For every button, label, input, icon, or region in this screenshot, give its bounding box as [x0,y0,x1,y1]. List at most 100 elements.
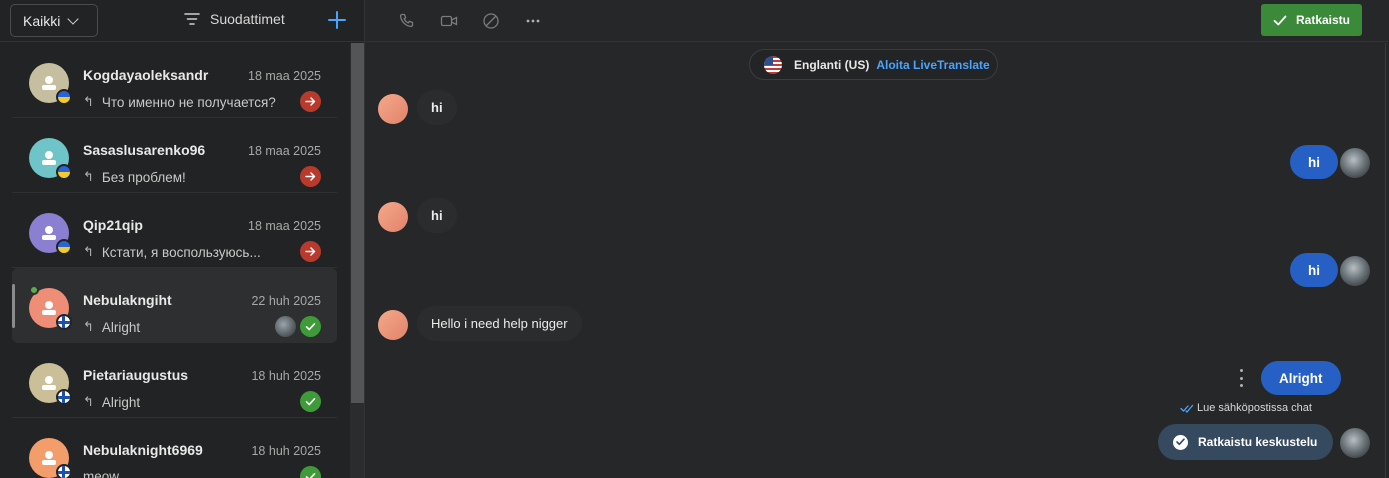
plus-icon[interactable] [326,9,348,31]
conversation-message: Что именно не получается? [101,94,276,110]
conversation-date: 18 huh 2025 [251,369,321,383]
resolved-event: Ratkaistu keskustelu [1158,424,1333,460]
conversation-name: Pietariaugustus [83,367,189,383]
check-icon [300,316,321,337]
user-icon [42,451,56,465]
message-bubble-incoming: hi [417,198,457,233]
conversation-preview: ↰ Кстати, я воспользуюсь... [83,244,261,260]
filter-select[interactable]: Kaikki [10,4,98,37]
conversation-name: Kogdayaoleksandr [83,67,209,83]
resolve-button[interactable]: Ratkaistu [1261,4,1362,36]
message-bubble-outgoing: hi [1290,253,1338,287]
conversation-preview: ↰ Что именно не получается? [83,94,276,110]
conversation-preview: ↰ Alright [83,319,140,335]
check-icon [300,391,321,412]
reply-icon: ↰ [83,169,94,184]
block-icon[interactable] [482,12,500,30]
arrow-right-icon [300,91,321,112]
agent-avatar [275,316,296,337]
conversation-preview: meow [83,469,119,478]
conversation-item[interactable]: Qip21qip 18 maa 2025 ↰ Кстати, я воспольз… [12,193,337,268]
phone-icon[interactable] [398,12,416,30]
language-name: Englanti (US) [794,57,870,72]
message-bubble-incoming: hi [417,90,457,125]
message-bubble-outgoing: Alright [1261,361,1341,395]
user-icon [42,376,56,390]
reply-icon: ↰ [83,394,94,409]
arrow-right-icon [300,241,321,262]
conversation-item[interactable]: Sasaslusarenko96 18 maa 2025 ↰ Без пробле… [12,118,337,193]
user-icon [42,151,56,165]
customer-avatar [378,94,408,124]
list-scrollbar[interactable] [350,43,364,478]
finland-flag-icon [56,314,72,330]
conversation-message: Alright [101,319,141,335]
conversation-preview: ↰ Alright [83,394,140,410]
filters-label: Suodattimet [210,11,285,27]
check-circle-icon [1173,434,1188,450]
customer-avatar [378,310,408,340]
conversation-message: Кстати, я воспользуюсь... [101,244,261,260]
conversation-date: 18 maa 2025 [248,144,321,158]
ukraine-flag-icon [56,89,72,105]
message-bubble-incoming: Hello i need help nigger [417,306,582,341]
user-icon [42,301,56,315]
check-icon [1273,15,1287,25]
video-icon[interactable] [440,12,458,30]
double-check-icon [1180,404,1194,413]
conversation-name: Sasaslusarenko96 [83,142,206,158]
conversation-preview: ↰ Без проблем! [83,169,186,185]
reply-icon: ↰ [83,319,94,334]
customer-avatar [378,202,408,232]
app: Kaikki Suodattimet Kogdayaoleksandr 18 m… [0,0,1389,478]
conversation-list-panel: Kaikki Suodattimet Kogdayaoleksandr 18 m… [0,0,365,478]
conversation-item[interactable]: Pietariaugustus 18 huh 2025 ↰ Alright [12,343,337,418]
user-icon [42,226,56,240]
conversation-date: 18 maa 2025 [248,219,321,233]
finland-flag-icon [56,464,72,478]
reply-icon: ↰ [83,244,94,259]
ukraine-flag-icon [56,239,72,255]
filter-icon [184,13,200,25]
conversation-message: Без проблем! [101,169,186,185]
arrow-right-icon [300,166,321,187]
filters-button[interactable]: Suodattimet [184,11,285,27]
scrollbar-thumb[interactable] [351,43,364,403]
resolve-label: Ratkaistu [1295,13,1351,27]
conversation-date: 18 maa 2025 [248,69,321,83]
conversation-name: Nebulaknight6969 [83,442,203,458]
agent-avatar [1340,148,1370,178]
ukraine-flag-icon [56,164,72,180]
list-toolbar: Kaikki Suodattimet [0,0,365,42]
active-indicator [12,284,15,328]
read-receipt-text: Lue sähköpostissa chat [1197,402,1312,414]
agent-avatar [1340,256,1370,286]
language-bar: Englanti (US) Aloita LiveTranslate [749,49,998,80]
panel-divider [1385,43,1389,478]
more-icon[interactable] [524,12,542,30]
conversation-list: Kogdayaoleksandr 18 maa 2025 ↰ Что именно… [0,43,349,478]
conversation-item-active[interactable]: Nebulakngiht 22 huh 2025 ↰ Alright [12,268,337,343]
conversation-name: Qip21qip [83,217,143,233]
message-bubble-outgoing: hi [1290,145,1338,179]
conversation-message: Alright [101,394,141,410]
message-options-icon[interactable] [1238,369,1244,387]
conversation-name: Nebulakngiht [83,292,172,308]
us-flag-icon [764,55,782,74]
chevron-down-icon [67,12,80,25]
agent-avatar [1340,428,1370,458]
conversation-date: 22 huh 2025 [251,294,321,308]
conversation-message: meow [83,469,120,478]
user-icon [42,76,56,90]
conversation-item[interactable]: Nebulaknight6969 18 huh 2025 meow [12,418,337,478]
resolved-event-text: Ratkaistu keskustelu [1198,435,1318,449]
conversation-date: 18 huh 2025 [251,444,321,458]
chat-toolbar: Ratkaistu [365,0,1389,42]
reply-icon: ↰ [83,94,94,109]
finland-flag-icon [56,389,72,405]
check-icon [300,466,321,478]
conversation-item[interactable]: Kogdayaoleksandr 18 maa 2025 ↰ Что именно… [12,43,337,118]
online-status-dot [29,285,39,295]
livetranslate-link[interactable]: Aloita LiveTranslate [876,58,989,72]
read-receipt: Lue sähköpostissa chat [1180,402,1312,414]
